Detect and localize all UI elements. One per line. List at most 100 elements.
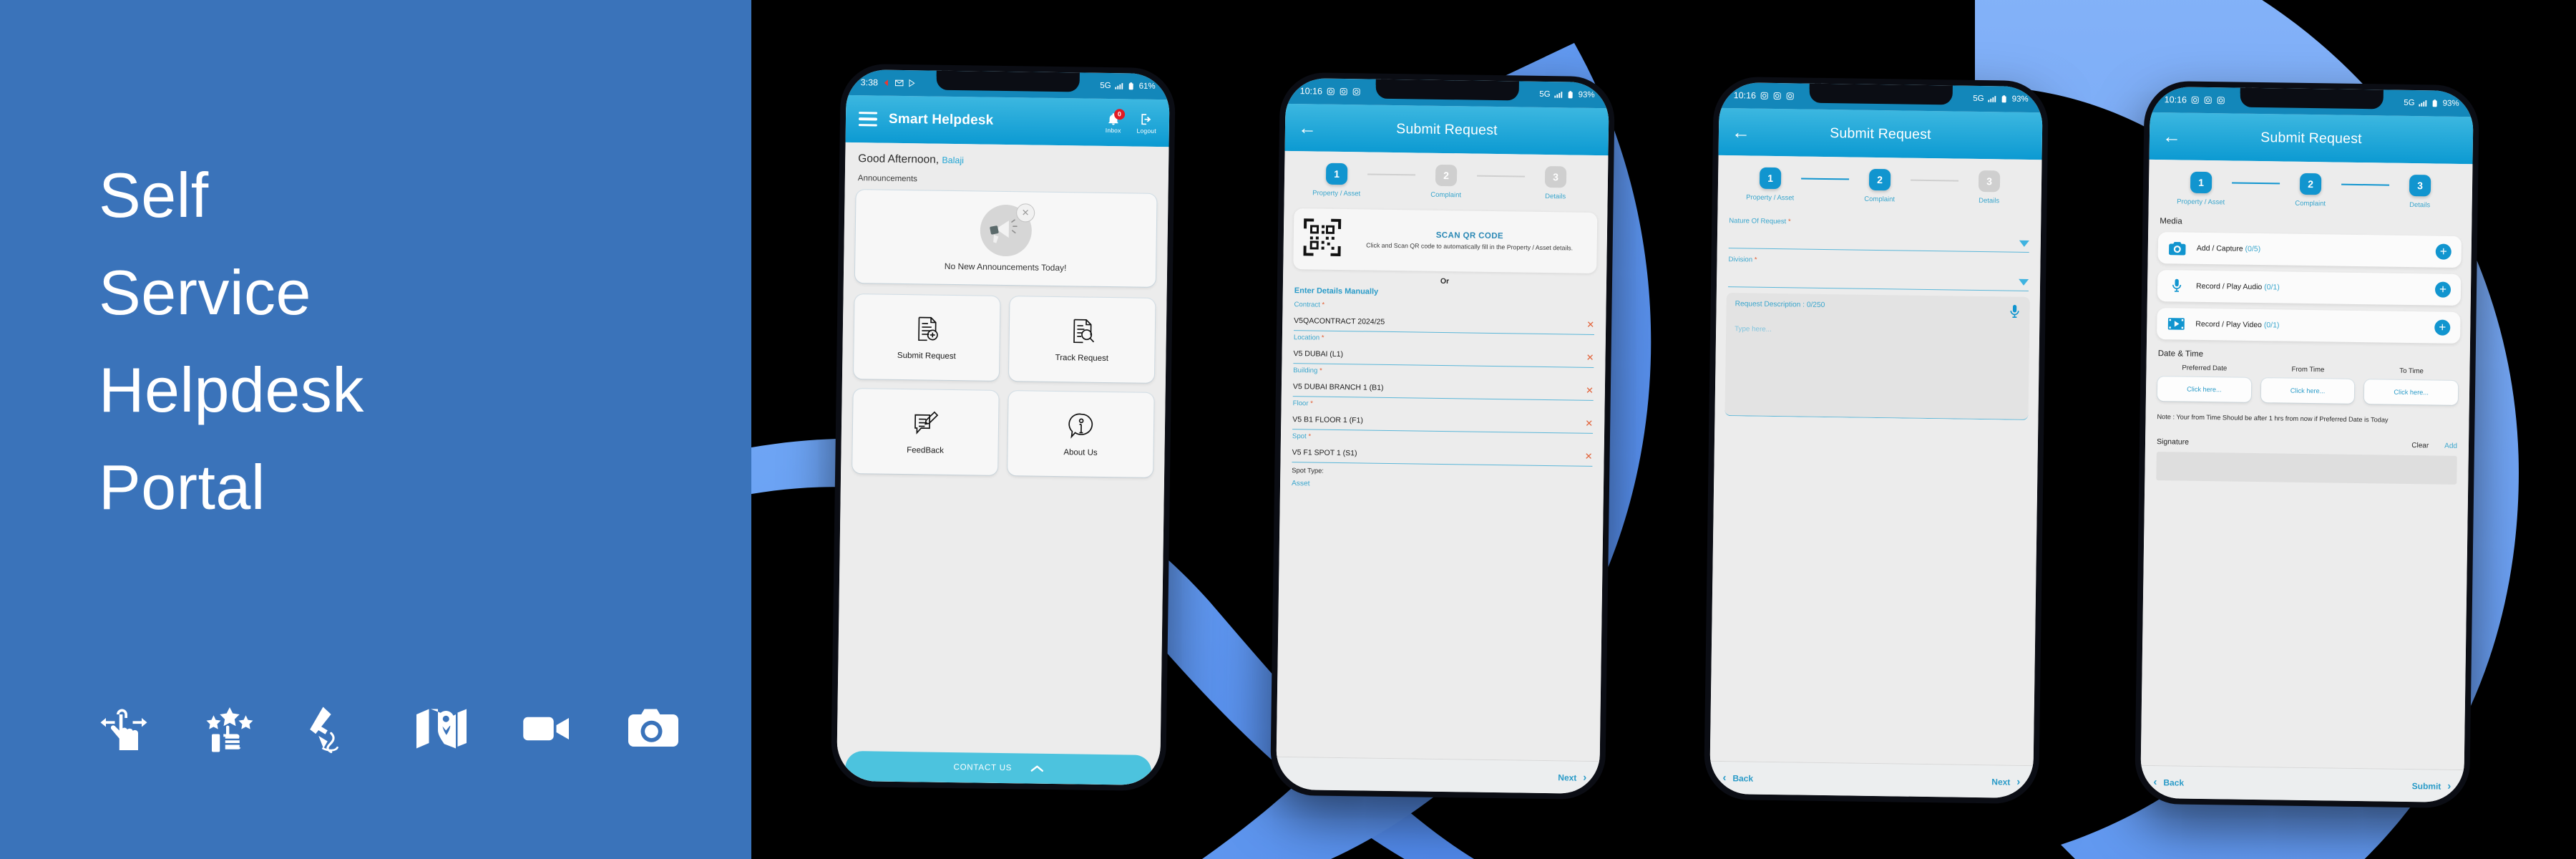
next-label: Next	[1558, 772, 1577, 783]
step-number: 2	[2299, 173, 2322, 195]
back-button[interactable]: ‹ Back	[1722, 772, 1753, 785]
step-property-asset[interactable]: 1 Property / Asset	[1306, 162, 1368, 198]
add-icon[interactable]: +	[2434, 281, 2451, 298]
next-label: Next	[1991, 776, 2011, 787]
page-title: Self Service Helpdesk Portal	[99, 147, 364, 536]
clear-icon[interactable]: ✕	[1585, 451, 1593, 462]
step-number: 2	[1868, 168, 1891, 191]
preferred-date-picker[interactable]: Click here...	[2157, 377, 2251, 402]
step-complaint[interactable]: 2 Complaint	[2280, 173, 2342, 208]
step-complaint[interactable]: 2 Complaint	[1415, 164, 1478, 199]
step-label: Complaint	[1864, 195, 1896, 204]
battery-icon	[2431, 99, 2439, 107]
step-details[interactable]: 3 Details	[1958, 170, 2021, 205]
required-marker: *	[1308, 399, 1313, 408]
field-value[interactable]: V5 B1 FLOOR 1 (F1)	[1292, 415, 1363, 424]
field-value[interactable]: V5 DUBAI BRANCH 1 (B1)	[1293, 382, 1384, 392]
inbox-button[interactable]: 0 Inbox	[1106, 108, 1126, 134]
app-notification-icon	[2191, 96, 2200, 105]
signal-bars-icon	[1554, 90, 1563, 99]
status-network: 5G	[2404, 98, 2415, 108]
field-spot: Spot * V5 F1 SPOT 1 (S1) ✕	[1280, 430, 1604, 467]
quick-action-grid: Submit Request Track Request FeedBack Ab…	[841, 283, 1167, 477]
step-details[interactable]: 3 Details	[1525, 165, 1587, 201]
clear-icon[interactable]: ✕	[1586, 352, 1594, 363]
tile-feedback[interactable]: FeedBack	[852, 389, 999, 475]
media-row-record-video[interactable]: Record / Play Video (0/1) +	[2157, 308, 2461, 344]
signature-pad[interactable]	[2156, 452, 2457, 485]
step-details[interactable]: 3 Details	[2389, 174, 2451, 210]
field-value[interactable]: V5QACONTRACT 2024/25	[1294, 316, 1385, 326]
chevron-down-icon[interactable]	[2019, 278, 2029, 286]
greeting-text: Good Afternoon,	[858, 152, 940, 166]
clear-icon[interactable]: ✕	[1586, 319, 1594, 330]
app-bar: ← Submit Request	[1718, 107, 2043, 160]
required-marker: *	[1319, 301, 1325, 309]
back-arrow-icon[interactable]: ←	[1732, 121, 1750, 142]
app-notification-icon	[1786, 92, 1795, 100]
phone-home: 3:38 5G 61% Smart Helpdesk 0 Inbox Logou…	[830, 63, 1176, 792]
datetime-note: Note : Your from Time Should be after 1 …	[2157, 413, 2389, 424]
field-label: Location	[1293, 334, 1320, 342]
step-number: 3	[1978, 170, 2001, 193]
step-number: 1	[1759, 167, 1782, 190]
feature-icon-row	[93, 698, 684, 759]
submit-button[interactable]: Submit ›	[2412, 780, 2451, 792]
media-row-add-capture[interactable]: Add / Capture (0/5) +	[2157, 232, 2462, 268]
close-icon[interactable]: ✕	[1016, 203, 1035, 223]
step-number: 3	[2409, 174, 2431, 197]
scan-qr-card[interactable]: SCAN QR CODE Click and Scan QR code to a…	[1293, 208, 1598, 273]
signature-clear-button[interactable]: Clear	[2411, 442, 2429, 450]
tile-track-request[interactable]: Track Request	[1008, 296, 1156, 383]
datetime-preferred-date: Preferred Date Click here...	[2157, 364, 2251, 402]
phone-notch	[1375, 79, 1519, 101]
step-label: Property / Asset	[1746, 193, 1795, 203]
next-button[interactable]: Next ›	[1991, 775, 2020, 788]
back-button[interactable]: ‹ Back	[2153, 776, 2184, 789]
microphone-icon[interactable]	[2008, 304, 2021, 320]
back-arrow-icon[interactable]: ←	[2162, 125, 2181, 147]
tile-label: Track Request	[1055, 354, 1109, 364]
qr-code-icon	[1302, 217, 1342, 261]
clear-icon[interactable]: ✕	[1586, 385, 1594, 396]
map-location-icon	[411, 698, 472, 759]
contact-us-button[interactable]: CONTACT US	[845, 750, 1152, 785]
menu-hamburger-icon[interactable]	[858, 112, 878, 127]
request-description-input[interactable]: Request Description : 0/250 Type here...	[1724, 293, 2030, 420]
field-value[interactable]: V5 F1 SPOT 1 (S1)	[1292, 448, 1357, 457]
next-button[interactable]: Next ›	[1558, 771, 1586, 784]
status-bar: 10:16 5G 93%	[1285, 77, 1609, 109]
field-label: Division	[1728, 256, 1753, 264]
field-nature-of-request: Nature Of Request *	[1717, 204, 2041, 253]
step-label: Details	[1545, 192, 1566, 201]
announcement-card[interactable]: ✕ No New Announcements Today!	[854, 190, 1157, 287]
chevron-down-icon[interactable]	[2019, 240, 2029, 247]
step-complaint[interactable]: 2 Complaint	[1849, 168, 1911, 203]
required-marker: *	[1752, 256, 1757, 264]
qr-subtitle: Click and Scan QR code to automatically …	[1366, 241, 1574, 252]
app-notification-icon	[1340, 87, 1348, 96]
step-connector	[2232, 182, 2280, 185]
wizard-nav: ‹ Back Submit ›	[2140, 765, 2464, 803]
tile-about-us[interactable]: About Us	[1008, 391, 1154, 477]
add-icon[interactable]: +	[2435, 243, 2451, 260]
from-time-picker[interactable]: Click here...	[2260, 378, 2355, 404]
step-property-asset[interactable]: 1 Property / Asset	[1740, 167, 1802, 202]
required-marker: *	[1306, 432, 1312, 441]
logout-icon	[1141, 113, 1151, 125]
tile-submit-request[interactable]: Submit Request	[853, 294, 1000, 381]
to-time-picker[interactable]: Click here...	[2364, 379, 2459, 405]
signal-bars-icon	[1115, 82, 1123, 90]
add-icon[interactable]: +	[2434, 319, 2451, 336]
logout-button[interactable]: Logout	[1137, 112, 1157, 134]
signature-add-button[interactable]: Add	[2444, 442, 2457, 450]
signal-bars-icon	[1988, 94, 1996, 103]
media-row-record-audio[interactable]: Record / Play Audio (0/1) +	[2157, 270, 2462, 306]
clear-icon[interactable]: ✕	[1585, 418, 1593, 429]
qr-title: SCAN QR CODE	[1435, 230, 1504, 241]
description-placeholder: Type here...	[1735, 325, 1772, 334]
back-arrow-icon[interactable]: ←	[1298, 117, 1317, 138]
step-property-asset[interactable]: 1 Property / Asset	[2170, 171, 2233, 206]
field-value[interactable]: V5 DUBAI (L1)	[1294, 349, 1344, 359]
status-bar: 10:16 5G 93%	[1719, 82, 2043, 113]
